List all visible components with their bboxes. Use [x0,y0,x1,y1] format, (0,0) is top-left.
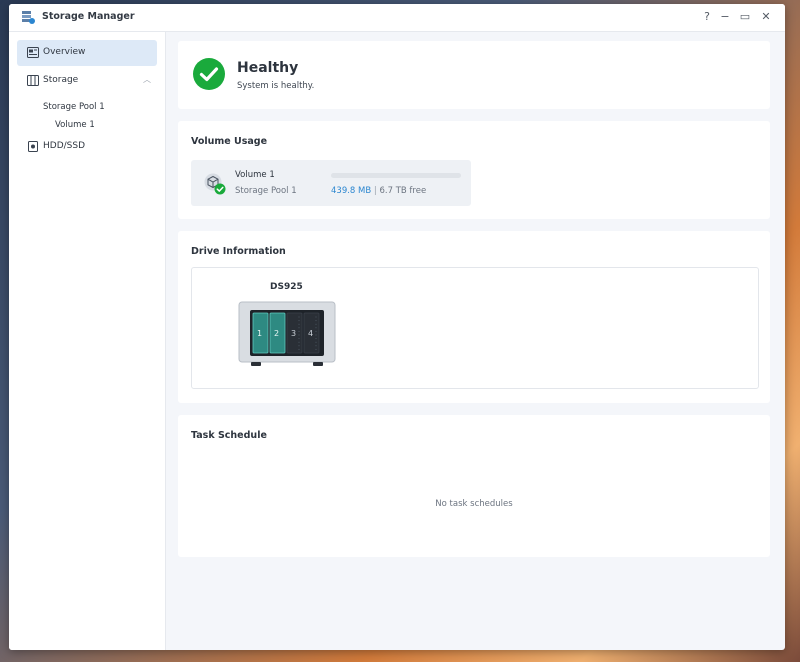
bay-vent-dot [315,320,317,322]
volume-free: 6.7 TB free [379,186,427,196]
volume-usage-text: 439.8 MB | 6.7 TB free [331,186,426,196]
nas-model-name: DS925 [270,282,303,292]
maximize-button[interactable]: ▭ [737,9,753,25]
sidebar-item-overview[interactable]: Overview [17,40,157,66]
volume-usage-item[interactable]: Volume 1 Storage Pool 1 439.8 MB | 6.7 T… [191,160,471,206]
bay-vent-dot [315,341,317,343]
health-message: System is healthy. [237,81,315,91]
close-button[interactable]: ✕ [758,9,774,25]
bay-vent-dot [315,345,317,347]
task-schedule-title: Task Schedule [191,430,267,441]
volume-usage-title: Volume Usage [191,136,268,147]
bay-vent-dot [315,338,317,340]
volume-usage-card: Volume Usage Volume 1 Storage Pool 1 439… [178,121,770,219]
bay-vent-dot [315,323,317,325]
bay-vent-dot [298,348,300,350]
nas-device-icon[interactable]: 1 2 3 4 [237,301,337,369]
sidebar-item-hdd-ssd[interactable]: HDD/SSD [17,134,157,160]
drive-bay-label: 4 [308,329,313,338]
help-button[interactable]: ? [699,9,715,25]
health-status: Healthy [237,60,299,76]
bay-vent-dot [298,316,300,318]
drive-information-title: Drive Information [191,246,286,257]
sidebar-item-label: HDD/SSD [43,141,86,151]
sidebar: Overview Storage ︿ Storage Pool 1 Volume… [9,32,166,650]
volume-used: 439.8 MB [331,186,372,196]
volume-name: Volume 1 [235,170,275,180]
minimize-button[interactable]: − [717,9,733,25]
storage-icon [27,75,39,86]
health-card: Healthy System is healthy. [178,41,770,109]
overview-icon [27,47,39,58]
sidebar-item-storage-pool-1[interactable]: Storage Pool 1 [43,102,105,112]
drive-bay-label: 3 [291,329,296,338]
bay-vent-dot [298,338,300,340]
bay-vent-dot [298,323,300,325]
bay-vent-dot [298,341,300,343]
task-schedule-empty-message: No task schedules [435,499,513,509]
sidebar-item-volume-1[interactable]: Volume 1 [55,120,95,130]
drive-information-card: Drive Information DS925 1 2 3 4 [178,231,770,403]
volume-usage-bar [331,173,461,178]
bay-vent-dot [298,330,300,332]
volume-icon [204,173,226,195]
drive-bay-label: 2 [274,329,279,338]
bay-vent-dot [298,327,300,329]
bay-vent-dot [298,345,300,347]
drive-overview: DS925 1 2 3 4 [191,267,759,389]
sidebar-item-storage[interactable]: Storage ︿ [17,68,157,94]
bay-vent-dot [315,334,317,336]
storage-manager-app-icon [22,11,35,24]
chevron-up-icon[interactable]: ︿ [143,74,151,85]
sidebar-item-label: Overview [43,47,86,57]
check-circle-icon [193,58,225,90]
title-bar: Storage Manager ? − ▭ ✕ [9,4,785,32]
bay-vent-dot [298,320,300,322]
drive-icon [28,141,38,152]
usage-separator: | [373,186,377,196]
task-schedule-card: Task Schedule No task schedules [178,415,770,557]
sidebar-item-label: Storage [43,75,79,85]
drive-bay-label: 1 [257,329,262,338]
bay-vent-dot [315,330,317,332]
bay-vent-dot [298,334,300,336]
storage-manager-window: Storage Manager ? − ▭ ✕ Overview Storage… [9,4,785,650]
bay-vent-dot [315,348,317,350]
bay-vent-dot [315,316,317,318]
volume-pool: Storage Pool 1 [235,186,297,196]
window-title: Storage Manager [42,11,135,22]
bay-vent-dot [315,327,317,329]
